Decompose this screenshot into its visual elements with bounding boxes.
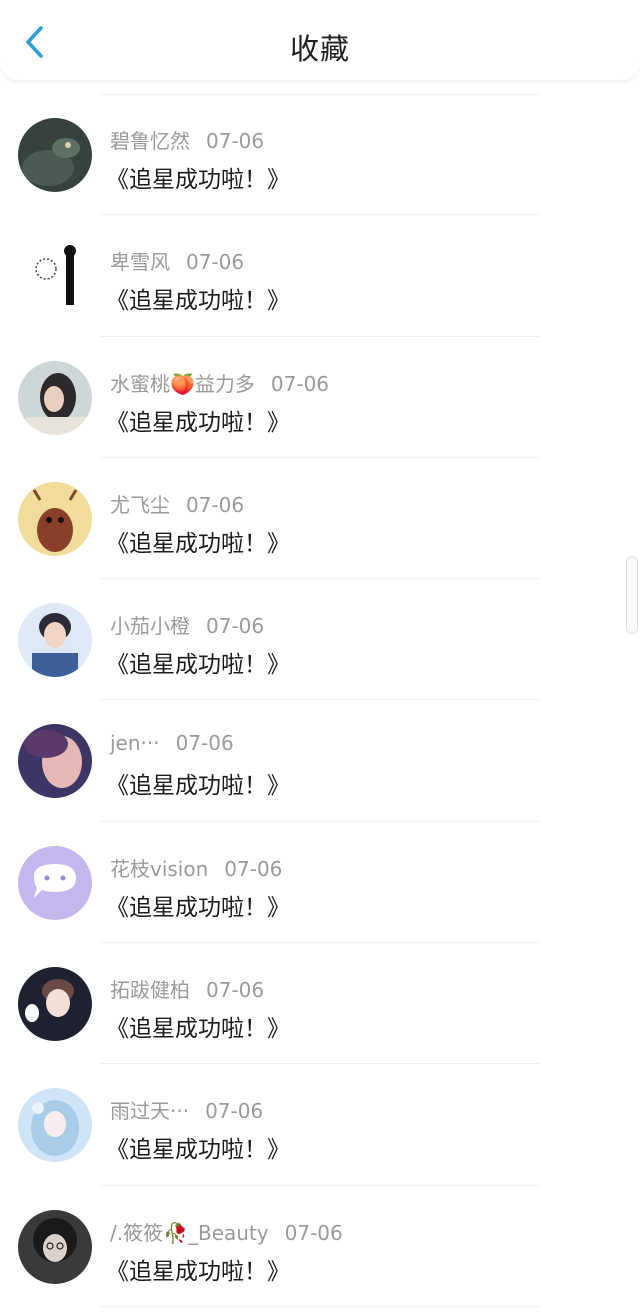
avatar[interactable] bbox=[18, 118, 92, 192]
item-date: 07-06 bbox=[206, 614, 265, 639]
list-item[interactable]: 碧鲁忆然 07-06 《追星成功啦！》 bbox=[0, 80, 640, 216]
user-name: 拓跋健柏 bbox=[110, 978, 190, 1003]
divider bbox=[100, 1305, 540, 1307]
item-message: 《追星成功啦！》 bbox=[106, 894, 290, 921]
list-item[interactable]: 花枝vision 07-06 《追星成功啦！》 bbox=[0, 808, 640, 944]
item-date: 07-06 bbox=[205, 1099, 264, 1124]
avatar[interactable] bbox=[18, 724, 92, 799]
avatar[interactable] bbox=[18, 845, 92, 920]
item-message: 《追星成功啦！》 bbox=[106, 288, 290, 315]
item-date: 07-06 bbox=[186, 492, 245, 517]
item-message: 《追星成功啦！》 bbox=[106, 530, 290, 557]
avatar[interactable] bbox=[18, 481, 92, 556]
user-name: 水蜜桃🍑益力多 bbox=[110, 371, 255, 396]
item-message: 《追星成功啦！》 bbox=[106, 1258, 290, 1285]
list-item[interactable]: 卑雪风 07-06 《追星成功啦！》 bbox=[0, 201, 640, 337]
item-date: 07-06 bbox=[206, 978, 265, 1003]
list-item[interactable]: 小茄小橙 07-06 《追星成功啦！》 bbox=[0, 565, 640, 701]
item-message: 《追星成功啦！》 bbox=[106, 1016, 290, 1043]
list-item[interactable]: /.筱筱🥀_Beauty 07-06 《追星成功啦！》 bbox=[0, 1172, 640, 1307]
item-date: 07-06 bbox=[175, 731, 234, 756]
item-date: 07-06 bbox=[224, 856, 283, 881]
item-message: 《追星成功啦！》 bbox=[106, 652, 290, 679]
item-message: 《追星成功啦！》 bbox=[106, 409, 290, 436]
user-name: 尤飞尘 bbox=[110, 492, 170, 517]
user-name: 雨过天··· bbox=[110, 1099, 190, 1124]
list-item[interactable]: 雨过天··· 07-06 《追星成功啦！》 bbox=[0, 1050, 640, 1186]
avatar[interactable] bbox=[18, 239, 92, 314]
user-name: /.筱筱🥀_Beauty bbox=[110, 1220, 269, 1245]
item-message: 《追星成功啦！》 bbox=[106, 773, 290, 800]
avatar[interactable] bbox=[18, 967, 92, 1042]
avatar[interactable] bbox=[18, 360, 92, 435]
item-date: 07-06 bbox=[270, 371, 330, 396]
list-item[interactable]: 尤飞尘 07-06 《追星成功啦！》 bbox=[0, 444, 640, 580]
scrollbar-thumb[interactable] bbox=[626, 556, 638, 634]
user-name: 小茄小橙 bbox=[110, 614, 190, 639]
user-name: 花枝vision bbox=[110, 856, 209, 881]
list-item[interactable]: 水蜜桃🍑益力多 07-06 《追星成功啦！》 bbox=[0, 323, 640, 458]
list-item[interactable]: jen··· 07-06 《追星成功啦！》 bbox=[0, 686, 640, 822]
avatar[interactable] bbox=[18, 603, 92, 678]
header-bar: 收藏 bbox=[0, 0, 640, 80]
avatar[interactable] bbox=[18, 1209, 92, 1284]
avatar[interactable] bbox=[18, 1088, 92, 1163]
user-name: 卑雪风 bbox=[110, 250, 170, 275]
item-message: 《追星成功啦！》 bbox=[106, 1137, 290, 1164]
page-title: 收藏 bbox=[289, 32, 350, 66]
list-item[interactable]: 拓跋健柏 07-06 《追星成功啦！》 bbox=[0, 929, 640, 1065]
item-date: 07-06 bbox=[186, 250, 245, 275]
user-name: 碧鲁忆然 bbox=[110, 129, 190, 153]
item-message: 《追星成功啦！》 bbox=[106, 167, 290, 193]
item-date: 07-06 bbox=[206, 129, 265, 153]
item-date: 07-06 bbox=[284, 1220, 343, 1245]
favorites-list: 碧鲁忆然 07-06 《追星成功啦！》 卑雪风 07-06 《追星成功啦！》 水… bbox=[0, 80, 640, 1307]
user-name: jen··· bbox=[110, 731, 160, 756]
